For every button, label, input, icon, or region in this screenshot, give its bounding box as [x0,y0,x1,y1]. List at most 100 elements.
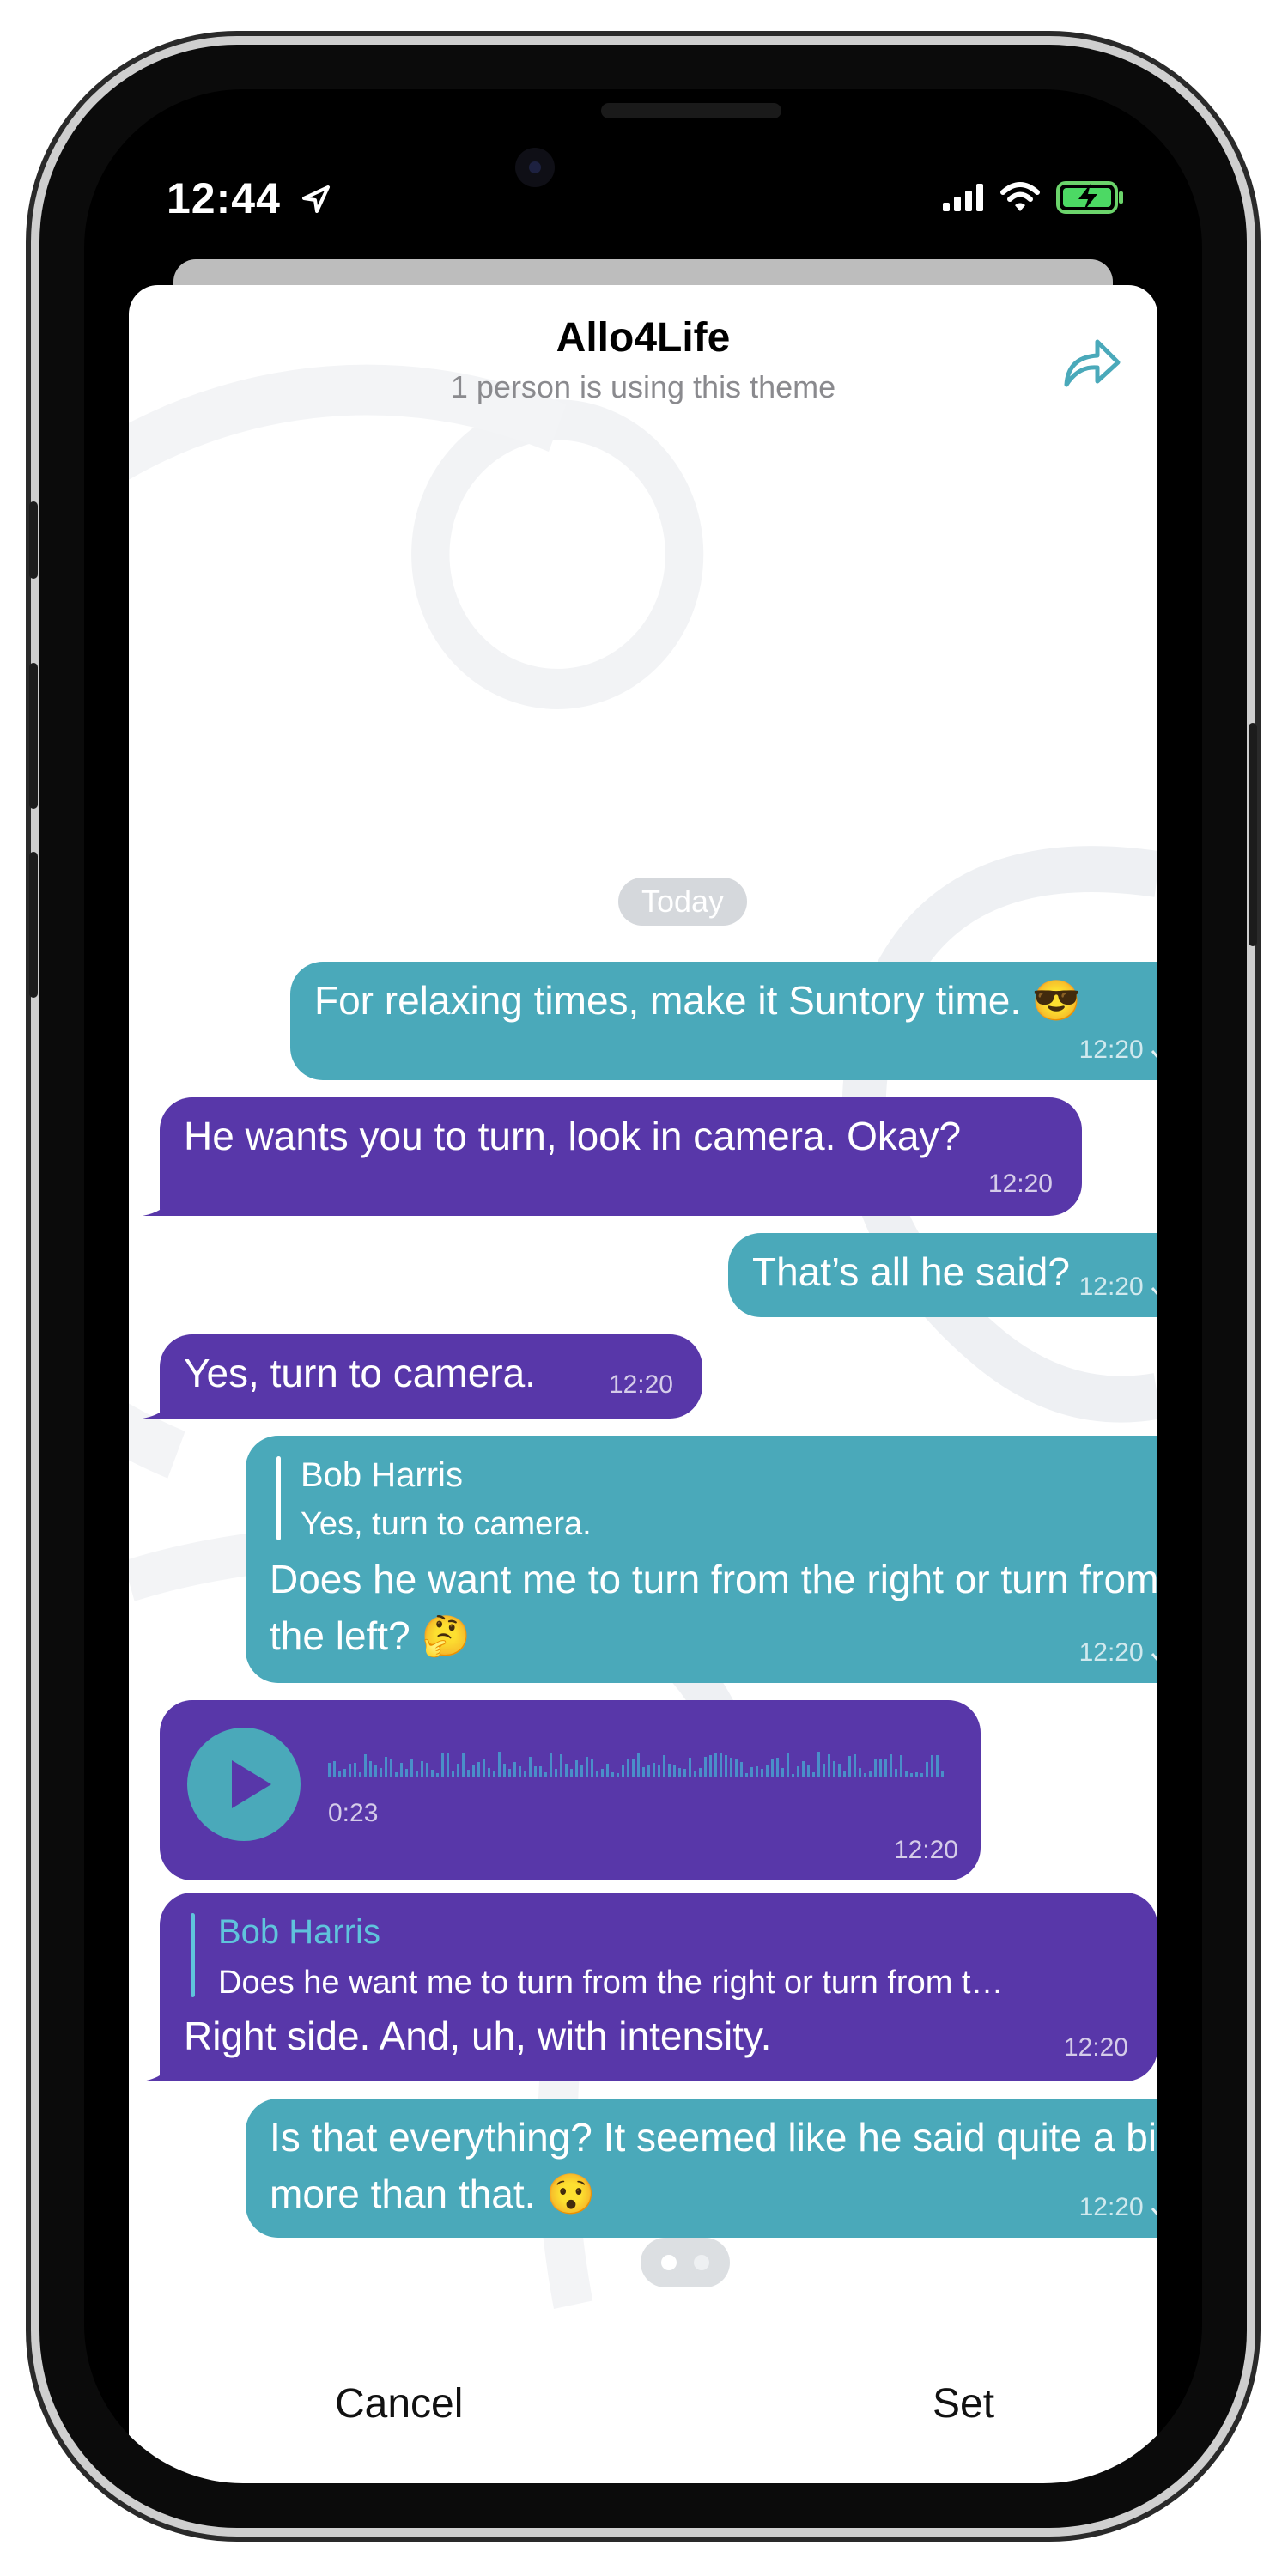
bubble-tail [143,2056,173,2081]
voice-message-bubble[interactable]: 0:23 12:20 [160,1700,981,1880]
waveform-bar [400,1763,403,1777]
message-time: 12:20 [1063,2032,1128,2062]
message-bubble-outgoing[interactable]: Is that everything? It seemed like he sa… [246,2099,1157,2238]
waveform-bar [756,1766,758,1777]
waveform-bar [699,1768,702,1777]
waveform-bar [879,1759,882,1777]
waveform-bar [900,1755,902,1777]
status-time: 12:44 [167,173,333,223]
cancel-button[interactable]: Cancel [335,2380,463,2427]
waveform-bar [854,1754,856,1777]
waveform-bar [390,1759,392,1777]
reply-sender-name: Bob Harris [301,1456,463,1494]
waveform-bar [374,1765,377,1777]
reply-snippet: Does he want me to turn from the right o… [218,1965,1004,2001]
waveform-bar [838,1764,841,1777]
waveform-bar [462,1753,465,1777]
waveform-bar [678,1768,681,1777]
play-button[interactable] [187,1728,301,1841]
waveform-bar [771,1759,774,1777]
waveform-bar [683,1769,686,1777]
waveform-bar [776,1758,779,1777]
set-button[interactable]: Set [933,2380,994,2427]
waveform-bar [493,1771,495,1777]
message-time: 12:20 [1079,1031,1157,1068]
waveform-bar [426,1763,428,1777]
waveform-bar [647,1765,650,1777]
waveform-bar [936,1755,939,1777]
message-time: 12:20 [608,1370,673,1399]
waveform-bar [895,1769,897,1777]
waveform-bar [405,1769,408,1777]
reply-sender-name: Bob Harris [218,1913,380,1951]
waveform-bar [565,1764,568,1777]
waveform-bar [812,1772,815,1777]
waveform-bar [436,1773,439,1777]
theme-title: Allo4Life [556,315,731,361]
message-bubble-outgoing[interactable]: For relaxing times, make it Suntory time… [290,962,1157,1080]
waveform-bar [452,1771,454,1777]
waveform-bar [720,1753,722,1777]
waveform-bar [570,1769,573,1777]
waveform-bar [606,1764,609,1777]
waveform-bar [890,1754,892,1777]
volume-down-button [29,852,38,998]
waveform-bar [869,1771,872,1777]
message-text: For relaxing times, make it Suntory time… [314,978,1082,1023]
waveform-bar [843,1771,846,1777]
waveform-bar [580,1765,583,1777]
waveform-bar [915,1772,918,1777]
waveform-bar [627,1759,629,1777]
double-check-icon [1151,2207,1157,2216]
waveform-bar [467,1770,470,1777]
waveform-bar [349,1764,351,1777]
reply-accent-bar [276,1456,281,1540]
waveform-bar [817,1752,820,1777]
share-arrow-icon[interactable] [1056,331,1125,392]
message-text: Does he want me to turn from the right o… [270,1557,1157,1659]
wifi-icon [1000,182,1040,211]
waveform [328,1752,944,1777]
waveform-bar [797,1766,799,1777]
waveform-bar [617,1773,619,1777]
waveform-bar [596,1771,598,1777]
message-text: Is that everything? It seemed like he sa… [270,2115,1157,2217]
message-text: He wants you to turn, look in camera. Ok… [184,1114,962,1158]
waveform-bar [694,1771,696,1777]
waveform-bar [941,1771,944,1777]
message-time: 12:20 [1079,1268,1157,1305]
waveform-bar [931,1755,933,1777]
message-bubble-incoming-reply[interactable]: Bob Harris Does he want me to turn from … [143,1893,1157,2081]
waveform-bar [926,1762,928,1777]
phone-frame: 12:44 Allo4Life 1 person is using this t… [29,45,1257,2528]
page-indicator[interactable] [641,2238,730,2287]
waveform-bar [447,1753,449,1777]
waveform-bar [534,1766,537,1777]
waveform-bar [874,1759,877,1777]
waveform-bar [833,1761,835,1777]
message-bubble-incoming[interactable]: He wants you to turn, look in camera. Ok… [143,1097,1082,1216]
message-bubble-incoming[interactable]: Yes, turn to camera. 12:20 [143,1334,702,1419]
silent-switch [29,501,38,579]
waveform-bar [508,1769,511,1777]
waveform-bar [421,1761,423,1777]
earpiece-speaker [601,103,781,118]
waveform-bar [802,1761,805,1777]
page-dot [694,2255,709,2270]
waveform-bar [364,1754,367,1777]
screen: 12:44 Allo4Life 1 person is using this t… [84,89,1202,2483]
waveform-bar [385,1757,387,1777]
waveform-bar [555,1769,557,1777]
double-check-icon [1151,1286,1157,1296]
waveform-bar [498,1752,501,1777]
volume-up-button [29,663,38,809]
message-time: 12:20 [1079,1634,1157,1671]
waveform-bar [787,1753,789,1777]
message-text: Yes, turn to camera. [184,1351,536,1395]
message-bubble-outgoing[interactable]: That’s all he said? 12:20 [728,1233,1157,1317]
waveform-bar [910,1773,913,1777]
battery-charging-icon [1056,181,1123,214]
date-badge: Today [618,878,747,926]
message-bubble-outgoing-reply[interactable]: Bob Harris Yes, turn to camera. Does he … [246,1436,1157,1683]
waveform-bar [488,1768,490,1777]
